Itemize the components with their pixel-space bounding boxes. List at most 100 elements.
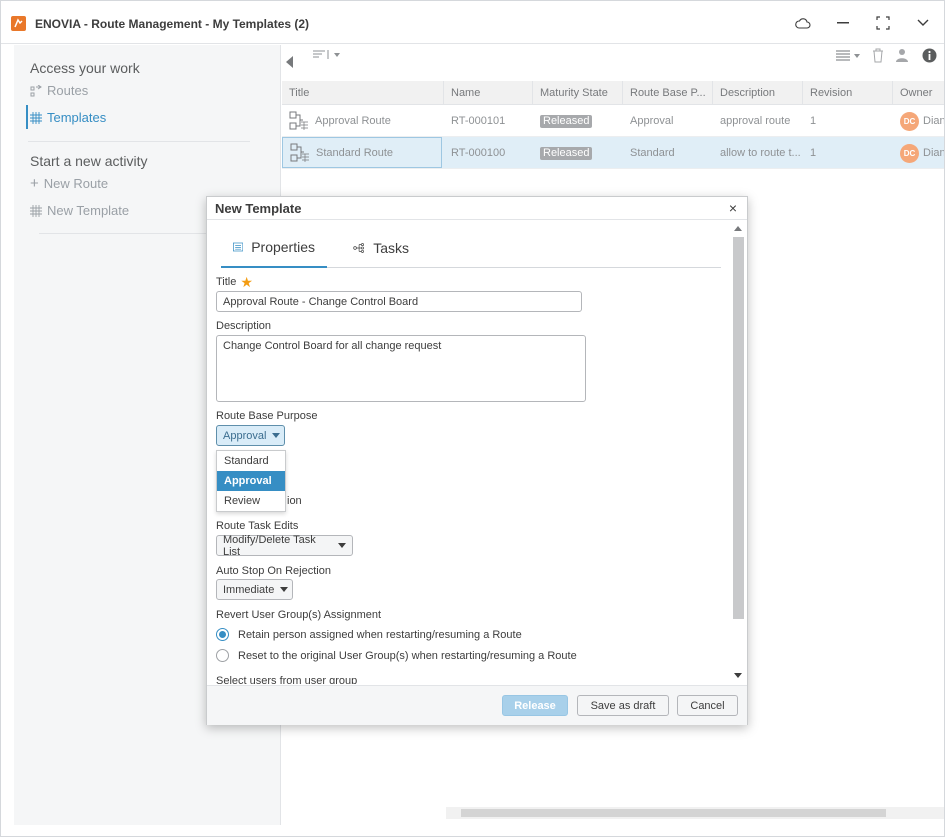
row-description: approval route bbox=[720, 115, 791, 127]
section-start-heading: Start a new activity bbox=[30, 153, 148, 169]
avatar: DC bbox=[900, 143, 919, 163]
properties-icon bbox=[233, 242, 244, 252]
nav-routes-label: Routes bbox=[47, 83, 89, 98]
revert-label: Revert User Group(s) Assignment bbox=[216, 609, 382, 621]
dialog-footer: Release Save as draft Cancel bbox=[207, 685, 747, 725]
status-badge: Released bbox=[540, 147, 593, 160]
tab-tasks-label: Tasks bbox=[373, 240, 409, 256]
active-indicator bbox=[26, 105, 28, 129]
cloud-icon[interactable] bbox=[793, 13, 813, 33]
row-title: Standard Route bbox=[316, 146, 394, 159]
scroll-up-icon[interactable] bbox=[734, 225, 742, 231]
route-task-edits-label: Route Task Edits bbox=[216, 520, 299, 532]
description-textarea[interactable]: Change Control Board for all change requ… bbox=[216, 335, 586, 402]
radio-button-checked[interactable] bbox=[216, 628, 229, 641]
release-button[interactable]: Release bbox=[502, 695, 568, 716]
route-template-icon bbox=[289, 111, 308, 130]
trash-icon[interactable] bbox=[872, 48, 884, 66]
dropdown-option-review[interactable]: Review bbox=[217, 491, 285, 511]
radio-button[interactable] bbox=[216, 649, 229, 662]
scroll-down-icon[interactable] bbox=[734, 673, 742, 679]
title-label-row: Title ★ bbox=[216, 274, 253, 290]
auto-stop-label: Auto Stop On Rejection bbox=[216, 565, 331, 577]
dropdown-option-approval[interactable]: Approval bbox=[217, 471, 285, 491]
column-header-description[interactable]: Description bbox=[713, 81, 803, 105]
routes-icon bbox=[30, 84, 42, 96]
tab-properties-label: Properties bbox=[251, 239, 315, 255]
section-access-heading: Access your work bbox=[30, 60, 140, 76]
title-label: Title bbox=[216, 276, 237, 288]
enovia-logo-icon bbox=[11, 16, 26, 31]
window-title: ENOVIA - Route Management - My Templates… bbox=[35, 17, 310, 31]
row-name: RT-000101 bbox=[451, 115, 506, 127]
radio-reset-label: Reset to the original User Group(s) when… bbox=[238, 649, 577, 662]
radio-retain-person[interactable]: Retain person assigned when restarting/r… bbox=[216, 628, 522, 641]
info-icon[interactable] bbox=[922, 48, 937, 66]
route-template-icon bbox=[290, 143, 309, 162]
caret-down-icon bbox=[280, 587, 289, 592]
column-header-owner[interactable]: Owner bbox=[893, 81, 944, 105]
radio-retain-label: Retain person assigned when restarting/r… bbox=[238, 628, 522, 641]
sort-options-icon[interactable] bbox=[313, 49, 343, 64]
tab-properties[interactable]: Properties bbox=[221, 228, 327, 268]
row-description: allow to route t... bbox=[720, 147, 801, 159]
horizontal-scrollbar[interactable] bbox=[446, 807, 944, 819]
dialog-tabs: Properties Tasks bbox=[221, 228, 721, 268]
chevron-down-icon[interactable] bbox=[913, 13, 933, 33]
new-template-label: New Template bbox=[47, 203, 130, 218]
radio-reset-group[interactable]: Reset to the original User Group(s) when… bbox=[216, 649, 577, 662]
plus-icon: + bbox=[30, 174, 39, 192]
divider bbox=[39, 233, 209, 234]
user-settings-icon[interactable] bbox=[896, 48, 911, 66]
route-base-purpose-label: Route Base Purpose bbox=[216, 410, 318, 422]
column-header-revision[interactable]: Revision bbox=[803, 81, 893, 105]
row-revision: 1 bbox=[810, 115, 817, 127]
fullscreen-icon[interactable] bbox=[873, 13, 893, 33]
collapse-panel-icon[interactable] bbox=[284, 55, 294, 72]
row-revision: 1 bbox=[810, 147, 817, 159]
dropdown-option-standard[interactable]: Standard bbox=[217, 451, 285, 471]
row-purpose: Approval bbox=[630, 115, 674, 127]
route-base-purpose-dropdown: Standard Approval Review bbox=[216, 450, 286, 512]
nav-item-templates[interactable]: Templates bbox=[30, 110, 106, 125]
close-icon[interactable]: × bbox=[725, 200, 741, 216]
obscured-label-tail: ion bbox=[287, 495, 302, 507]
save-draft-button[interactable]: Save as draft bbox=[577, 695, 669, 716]
auto-stop-value: Immediate bbox=[223, 583, 275, 596]
row-owner: Dian bbox=[923, 115, 944, 127]
row-owner: Dian bbox=[923, 147, 944, 159]
new-template-dialog: New Template × Properties Tasks Title ★ … bbox=[206, 196, 748, 725]
row-purpose: Standard bbox=[630, 147, 675, 159]
description-label: Description bbox=[216, 320, 272, 332]
row-title: Approval Route bbox=[315, 115, 391, 127]
nav-templates-label: Templates bbox=[47, 110, 107, 125]
tab-tasks[interactable]: Tasks bbox=[341, 228, 421, 268]
scrollbar-thumb[interactable] bbox=[461, 809, 886, 817]
column-header-maturity-state[interactable]: Maturity State bbox=[533, 81, 623, 105]
auto-stop-select[interactable]: Immediate bbox=[216, 579, 293, 600]
avatar: DC bbox=[900, 111, 919, 131]
new-route-label: New Route bbox=[43, 176, 109, 191]
vertical-scrollbar[interactable] bbox=[732, 223, 744, 683]
column-header-title[interactable]: Title bbox=[282, 81, 444, 105]
table-row[interactable]: Standard Route RT-000100 Released Standa… bbox=[282, 137, 944, 169]
route-base-purpose-select[interactable]: Approval bbox=[216, 425, 285, 446]
new-route-link[interactable]: + New Route bbox=[30, 174, 109, 192]
nav-item-routes[interactable]: Routes bbox=[30, 83, 88, 98]
minimize-icon[interactable] bbox=[833, 13, 853, 33]
caret-down-icon bbox=[338, 543, 346, 548]
route-task-edits-select[interactable]: Modify/Delete Task List bbox=[216, 534, 353, 558]
cancel-button[interactable]: Cancel bbox=[677, 695, 738, 716]
title-input[interactable] bbox=[216, 291, 582, 312]
column-header-route-base-purpose[interactable]: Route Base P... bbox=[623, 81, 713, 105]
required-star-icon: ★ bbox=[240, 274, 253, 290]
dialog-title: New Template bbox=[215, 201, 302, 216]
row-name: RT-000100 bbox=[451, 147, 506, 159]
view-list-icon[interactable] bbox=[836, 49, 862, 66]
table-row[interactable]: Approval Route RT-000101 Released Approv… bbox=[282, 105, 944, 137]
scrollbar-thumb[interactable] bbox=[733, 237, 744, 619]
status-badge: Released bbox=[540, 115, 593, 128]
templates-icon bbox=[30, 111, 42, 124]
new-template-link[interactable]: New Template bbox=[30, 203, 129, 218]
column-header-name[interactable]: Name bbox=[444, 81, 533, 105]
